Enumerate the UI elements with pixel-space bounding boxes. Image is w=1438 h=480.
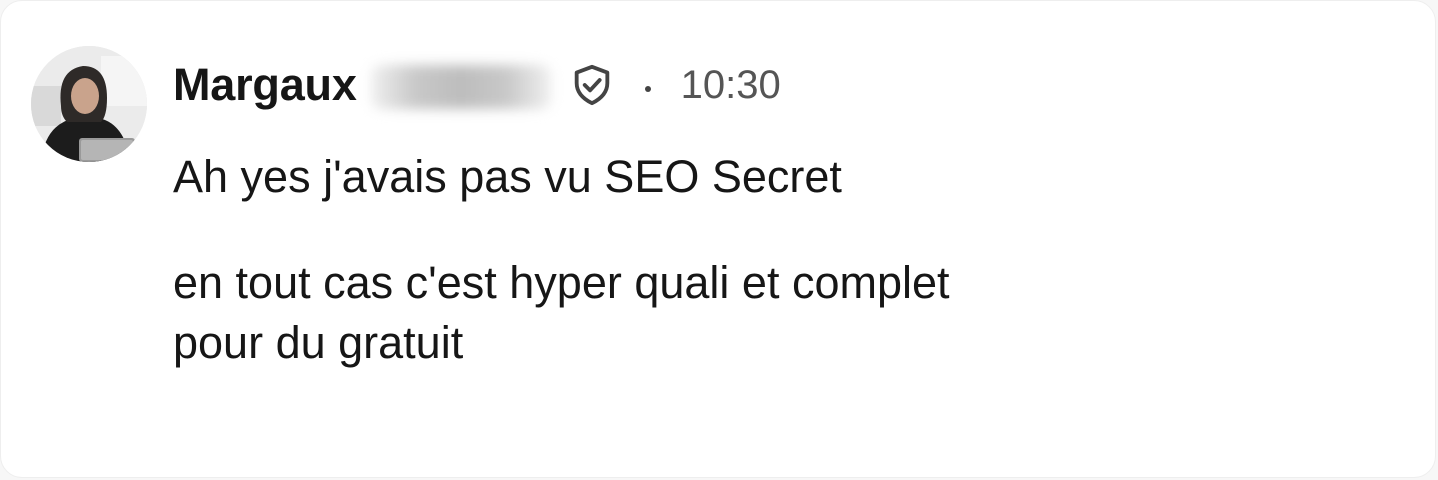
separator-dot: [644, 86, 651, 92]
message-line: en tout cas c'est hyper quali et complet: [173, 257, 950, 308]
message-timestamp: 10:30: [680, 63, 781, 107]
message-card: Margaux 10:30 Ah yes j'avais pas vu SEO …: [0, 0, 1436, 478]
message-body: Ah yes j'avais pas vu SEO Secret en tout…: [173, 147, 1373, 373]
author-name[interactable]: Margaux: [173, 57, 357, 113]
avatar[interactable]: [31, 46, 147, 162]
shield-check-icon: [567, 60, 617, 110]
avatar-photo: [31, 46, 147, 162]
message-line: pour du gratuit: [173, 317, 464, 368]
message-line: Ah yes j'avais pas vu SEO Secret: [173, 151, 842, 202]
author-last-name-redacted: [370, 65, 551, 109]
message-header: Margaux 10:30: [173, 57, 781, 113]
